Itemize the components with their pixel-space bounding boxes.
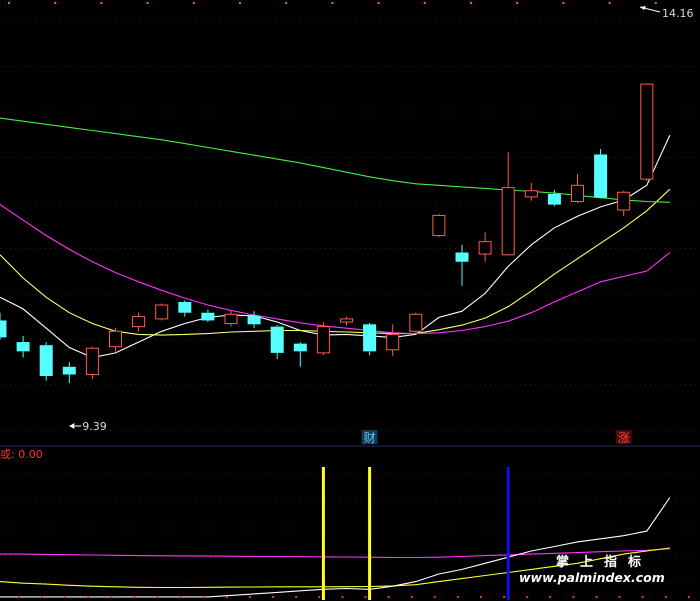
price-top-tick xyxy=(331,2,334,4)
candle-body xyxy=(432,214,446,237)
watermark-char-3: 指 xyxy=(604,554,617,570)
indicator-bottom-tick xyxy=(618,596,621,598)
watermark-char-2: 上 xyxy=(580,555,593,570)
indicator-bottom-tick xyxy=(572,596,575,598)
indicator-signal-bar xyxy=(368,467,372,600)
candle-body xyxy=(155,304,169,320)
candle xyxy=(409,312,423,333)
candle-body xyxy=(386,333,400,351)
candle-body xyxy=(16,342,30,352)
stock-chart: 14.16 9.39 财 涨 或: 0.00 掌 上 指 标 www.palmin… xyxy=(0,0,700,601)
event-badge-text: 涨 xyxy=(618,430,630,445)
candle-body xyxy=(62,366,76,375)
price-top-tick xyxy=(562,2,565,4)
indicator-bottom-tick xyxy=(687,596,690,598)
candle-body xyxy=(247,315,261,325)
indicator-bottom-tick xyxy=(64,596,67,598)
candle-body xyxy=(85,347,99,376)
watermark-url: www.palmindex.com xyxy=(519,570,665,585)
candle-body xyxy=(109,330,122,348)
price-top-tick xyxy=(377,2,380,4)
price-top-tick xyxy=(100,2,103,4)
candle-body xyxy=(340,318,353,323)
candle xyxy=(155,303,169,321)
price-top-tick xyxy=(146,2,149,4)
indicator-bottom-tick xyxy=(503,596,506,598)
high-price-label: 14.16 xyxy=(662,7,694,20)
candle-body xyxy=(455,252,469,262)
indicator-bottom-tick xyxy=(549,596,552,598)
candle-body xyxy=(547,193,561,205)
candle-body xyxy=(316,326,330,354)
candle-body xyxy=(478,241,492,255)
candle-body xyxy=(363,324,377,352)
indicator-signal-bar xyxy=(506,467,510,600)
candle xyxy=(432,213,446,238)
indicator-bottom-tick xyxy=(179,596,182,598)
price-top-tick xyxy=(54,2,57,4)
indicator-bottom-tick xyxy=(202,596,205,598)
indicator-bottom-tick xyxy=(410,596,413,598)
indicator-bottom-tick xyxy=(341,596,344,598)
candle-body xyxy=(640,83,654,180)
watermark-char-4: 标 xyxy=(627,554,641,570)
indicator-bottom-tick xyxy=(387,596,390,598)
candle xyxy=(363,322,377,356)
indicator-bottom-tick xyxy=(87,596,90,598)
indicator-bottom-tick xyxy=(433,596,436,598)
candle xyxy=(640,83,654,182)
indicator-bottom-tick xyxy=(595,596,598,598)
indicator-bottom-tick xyxy=(249,596,251,598)
candle-body xyxy=(617,191,631,211)
candle-body xyxy=(178,301,192,313)
candle-body xyxy=(39,345,53,377)
candle-body xyxy=(132,316,146,328)
candle xyxy=(85,346,99,380)
candle-body xyxy=(409,313,423,332)
indicator-bottom-tick xyxy=(664,596,667,598)
price-top-tick xyxy=(192,2,195,4)
indicator-signal-bar xyxy=(321,467,325,600)
indicator-bottom-tick xyxy=(456,596,459,598)
candle-body xyxy=(501,187,515,256)
price-top-tick xyxy=(423,2,426,4)
indicator-bottom-tick xyxy=(225,596,228,598)
candle-body xyxy=(0,320,7,338)
chart-background xyxy=(0,0,700,601)
indicator-bottom-tick xyxy=(526,596,529,598)
indicator-bottom-tick xyxy=(41,596,44,598)
candle-body xyxy=(224,313,238,325)
indicator-bottom-tick xyxy=(18,596,20,598)
candle-body xyxy=(201,312,215,321)
event-badge-text: 财 xyxy=(364,431,376,445)
price-top-tick xyxy=(516,2,519,4)
indicator-bottom-tick xyxy=(641,596,644,598)
indicator-bottom-tick xyxy=(156,596,159,598)
indicator-bottom-tick xyxy=(480,596,482,598)
candle-body xyxy=(594,154,608,198)
candle xyxy=(316,321,330,356)
price-top-tick xyxy=(654,2,657,4)
indicator-bottom-tick xyxy=(110,596,113,598)
candle xyxy=(39,342,53,381)
price-top-tick xyxy=(285,2,288,4)
price-top-tick xyxy=(470,2,472,4)
low-price-label: 9.39 xyxy=(82,420,107,433)
indicator-bottom-tick xyxy=(318,596,321,598)
indicator-bottom-tick xyxy=(272,596,275,598)
candle-body xyxy=(571,184,584,203)
indicator-bottom-tick xyxy=(133,596,136,598)
watermark-char-1: 掌 xyxy=(556,554,569,570)
candle xyxy=(594,149,608,199)
candle-body xyxy=(270,326,284,353)
indicator-label: 或: 0.00 xyxy=(0,448,43,461)
price-top-tick xyxy=(608,2,611,4)
price-top-tick xyxy=(239,2,241,4)
candle-body xyxy=(293,343,307,352)
indicator-bottom-tick xyxy=(295,596,298,598)
price-top-tick xyxy=(8,2,10,4)
candle-body xyxy=(524,190,538,198)
indicator-bottom-tick xyxy=(364,596,367,598)
